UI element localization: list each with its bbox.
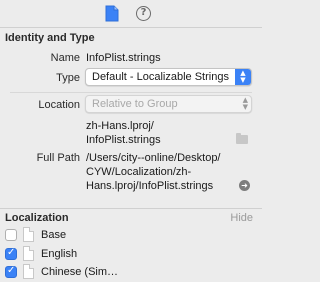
localization-checkbox[interactable] — [5, 265, 17, 278]
full-path-line-3: Hans.lproj/InfoPlist.strings — [86, 180, 214, 192]
chevron-up-down-icon: ▲ ▼ — [235, 69, 251, 85]
chevron-up-down-icon: ▲ ▼ — [242, 96, 248, 111]
localization-item-chinese[interactable]: Chinese (Sim… — [0, 263, 262, 281]
identity-section-header: Identity and Type — [0, 29, 262, 47]
type-label: Type — [56, 72, 80, 84]
relative-path-line-2: InfoPlist.strings — [86, 134, 161, 146]
localization-item-label: Chinese (Sim… — [41, 266, 119, 278]
folder-icon[interactable] — [236, 133, 248, 144]
relative-path-line-1: zh-Hans.lproj/ — [86, 120, 154, 132]
localization-section-header: Localization Hide — [0, 208, 262, 226]
document-icon — [23, 264, 34, 279]
localization-item-english[interactable]: English — [0, 245, 262, 263]
hide-button[interactable]: Hide — [230, 212, 253, 224]
help-icon[interactable]: ? — [136, 6, 151, 21]
localization-list: Base English Chinese (Sim… — [0, 226, 262, 282]
full-path-label: Full Path — [36, 152, 80, 164]
localization-checkbox[interactable] — [5, 229, 17, 241]
localization-item-label: English — [41, 248, 78, 260]
full-path-line-1: /Users/city--online/Desktop/ — [86, 152, 221, 164]
localization-section-title: Localization — [5, 212, 69, 224]
localization-checkbox[interactable] — [5, 247, 17, 260]
location-label: Location — [38, 99, 80, 111]
reveal-in-finder-icon[interactable]: ➜ — [239, 180, 250, 191]
location-select: Relative to Group ▲ ▼ — [85, 95, 252, 113]
type-select[interactable]: Default - Localizable Strings ▲ ▼ — [85, 68, 252, 86]
type-select-value: Default - Localizable Strings — [92, 71, 229, 83]
full-path-line-2: CYW/Localization/zh- — [86, 166, 192, 178]
name-label: Name — [50, 52, 80, 64]
localization-item-label: Base — [41, 229, 67, 241]
location-select-value: Relative to Group — [92, 98, 178, 110]
inspector-tab-bar: ? — [0, 0, 262, 28]
document-icon — [23, 246, 34, 261]
identity-section-title: Identity and Type — [5, 32, 95, 44]
file-icon[interactable] — [105, 5, 119, 22]
document-icon — [23, 227, 34, 242]
localization-item-base[interactable]: Base — [0, 226, 262, 244]
identity-divider — [10, 92, 252, 93]
name-value[interactable]: InfoPlist.strings — [86, 51, 161, 65]
